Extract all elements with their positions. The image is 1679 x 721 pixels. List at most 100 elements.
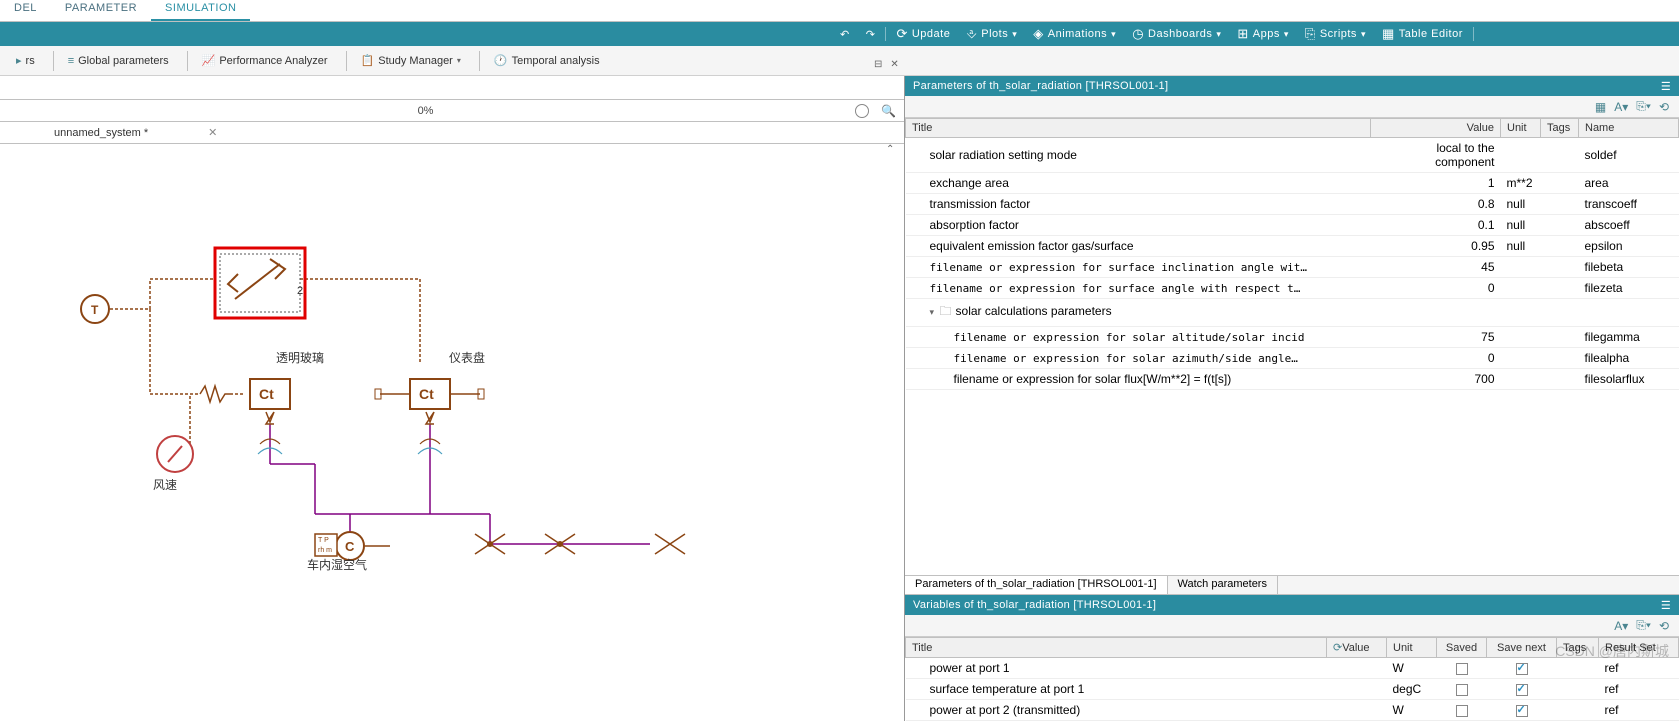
var-savenext[interactable] [1487,700,1557,721]
subtab-watch[interactable]: Watch parameters [1168,576,1278,594]
model-canvas[interactable]: ⌃ [0,144,904,721]
col-unit[interactable]: Unit [1501,119,1541,138]
param-row[interactable]: transmission factor0.8nulltranscoeff [906,194,1679,215]
undo-icon[interactable]: ↶ [832,28,858,41]
perf-analyzer-button[interactable]: 📈Performance Analyzer [194,52,336,69]
col-result[interactable]: Result Set [1599,638,1679,658]
global-parameters-button[interactable]: ≡Global parameters [60,53,177,69]
param-unit [1501,348,1541,369]
param-row[interactable]: equivalent emission factor gas/surface0.… [906,236,1679,257]
update-button[interactable]: ⟳Update [888,26,958,42]
minimize-icon[interactable]: ⊟ [870,59,886,70]
param-value[interactable]: 75 [1371,327,1501,348]
vars-table[interactable]: Title⟳ValueUnitSavedSave nextTagsResult … [905,637,1679,721]
param-unit: null [1501,236,1541,257]
perf-analyzer-label: Performance Analyzer [219,55,327,67]
redo-icon[interactable]: ↷ [858,28,884,41]
param-value[interactable]: 0 [1371,278,1501,299]
param-value[interactable]: 0.8 [1371,194,1501,215]
export-icon[interactable]: ⎘▾ [1636,99,1651,114]
table-editor-button[interactable]: ▦Table Editor [1374,26,1471,42]
param-value[interactable]: 700 [1371,369,1501,390]
font-icon[interactable]: A▾ [1614,100,1628,114]
param-tags [1541,327,1579,348]
param-value[interactable]: 45 [1371,257,1501,278]
grid-icon[interactable]: ▦ [1595,100,1606,114]
col-title[interactable]: Title [906,119,1371,138]
param-row[interactable]: exchange area1m**2area [906,173,1679,194]
param-row[interactable]: filename or expression for solar azimuth… [906,348,1679,369]
param-value[interactable]: 1 [1371,173,1501,194]
plots-button[interactable]: ⎀Plots▾ [958,26,1025,42]
param-value[interactable]: 0.1 [1371,215,1501,236]
params-table[interactable]: TitleValueUnitTagsNamesolar radiation se… [905,118,1679,575]
var-row[interactable]: surface temperature at port 1degCref [906,679,1679,700]
var-row[interactable]: power at port 2 (transmitted)Wref [906,700,1679,721]
panel-menu-icon[interactable]: ☰ [1661,599,1671,612]
param-unit [1501,257,1541,278]
checkbox[interactable] [1456,684,1468,696]
checkbox[interactable] [1516,663,1528,675]
param-value[interactable]: 0 [1371,348,1501,369]
col-tags[interactable]: Tags [1557,638,1599,658]
chevron-down-icon: ▾ [1111,29,1116,40]
export-icon[interactable]: ⎘▾ [1636,618,1651,633]
scroll-up-icon[interactable]: ⌃ [886,144,894,155]
rs-button[interactable]: ▸rs [8,52,43,69]
var-row[interactable]: power at port 1Wref [906,658,1679,679]
var-savenext[interactable] [1487,658,1557,679]
search-icon[interactable]: 🔍 [873,104,904,118]
col-saved[interactable]: Saved [1437,638,1487,658]
param-row[interactable]: filename or expression for surface incli… [906,257,1679,278]
param-row[interactable]: absorption factor0.1nullabscoeff [906,215,1679,236]
refresh-icon[interactable]: ⟲ [1659,619,1669,633]
tab-parameter[interactable]: PARAMETER [51,0,151,21]
dashboards-button[interactable]: ◷Dashboards▾ [1124,26,1229,42]
param-group-row[interactable]: ▾🗀solar calculations parameters [906,299,1679,327]
param-unit [1501,278,1541,299]
col-tags[interactable]: Tags [1541,119,1579,138]
var-result: ref [1599,679,1679,700]
var-saved[interactable] [1437,658,1487,679]
scripts-button[interactable]: ⎘Scripts▾ [1297,26,1374,42]
separator [1473,27,1474,41]
study-manager-button[interactable]: 📋Study Manager▾ [353,52,469,69]
param-row[interactable]: filename or expression for surface angle… [906,278,1679,299]
font-icon[interactable]: A▾ [1614,619,1628,633]
col-unit[interactable]: Unit [1387,638,1437,658]
collapse-icon[interactable]: ▾ [930,307,940,318]
col-savenext[interactable]: Save next [1487,638,1557,658]
col-value[interactable]: ⟳Value [1327,638,1387,658]
chevron-down-icon: ▾ [1284,29,1289,40]
tab-model[interactable]: DEL [0,0,51,21]
tab-simulation[interactable]: SIMULATION [151,0,250,21]
var-saved[interactable] [1437,679,1487,700]
refresh-icon[interactable]: ⟲ [1659,100,1669,114]
close-icon[interactable]: ✕ [208,126,217,139]
col-value[interactable]: Value [1371,119,1501,138]
var-tags [1557,679,1599,700]
file-tab[interactable]: unnamed_system * ✕ [40,122,231,143]
var-saved[interactable] [1437,700,1487,721]
checkbox[interactable] [1516,684,1528,696]
param-value[interactable]: 0.95 [1371,236,1501,257]
animations-button[interactable]: ◈Animations▾ [1025,26,1124,42]
apps-button[interactable]: ⊞Apps▾ [1229,26,1297,42]
checkbox[interactable] [1516,705,1528,717]
panel-menu-icon[interactable]: ☰ [1661,80,1671,93]
param-value[interactable]: local to the component [1371,138,1501,173]
col-name[interactable]: Name [1579,119,1679,138]
checkbox[interactable] [1456,705,1468,717]
param-row[interactable]: filename or expression for solar altitud… [906,327,1679,348]
close-icon[interactable]: ✕ [886,59,902,70]
checkbox[interactable] [1456,663,1468,675]
stop-icon[interactable] [855,104,869,118]
col-title[interactable]: Title [906,638,1327,658]
subtab-params[interactable]: Parameters of th_solar_radiation [THRSOL… [905,576,1168,594]
param-row[interactable]: filename or expression for solar flux[W/… [906,369,1679,390]
var-savenext[interactable] [1487,679,1557,700]
refresh-icon[interactable]: ⟳ [1333,642,1342,654]
param-row[interactable]: solar radiation setting modelocal to the… [906,138,1679,173]
scripts-label: Scripts [1320,28,1357,40]
temporal-analysis-button[interactable]: 🕐Temporal analysis [486,52,608,69]
